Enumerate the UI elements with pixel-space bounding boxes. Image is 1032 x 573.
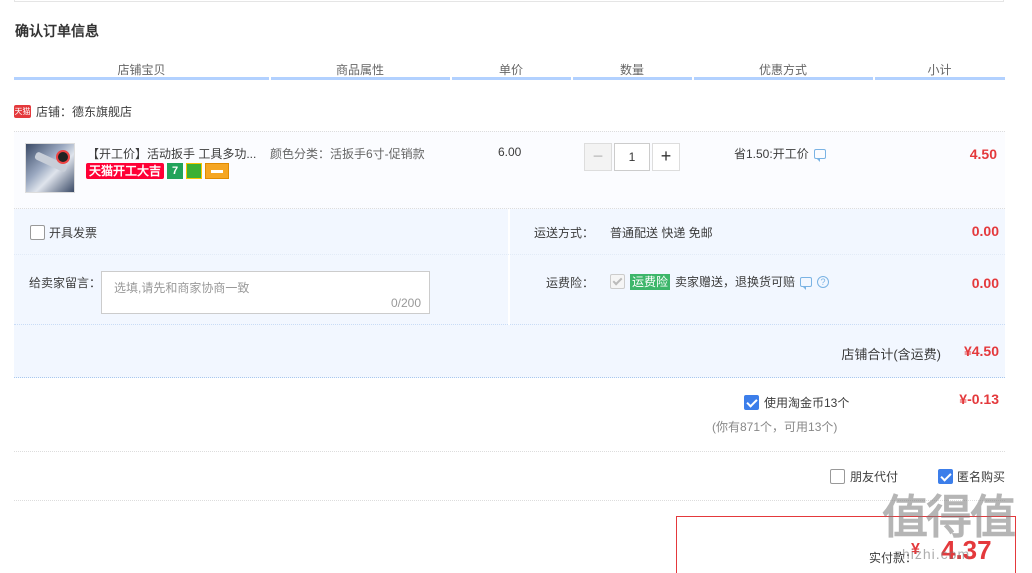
product-attribute: 颜色分类：活扳手6寸-促销款 [270, 147, 425, 161]
shop-total-value: ¥4.50 [963, 343, 999, 359]
message-placeholder: 选填,请先和商家协商一致 [114, 281, 250, 295]
invoice-label: 开具发票 [49, 226, 98, 240]
credit-card-icon [205, 163, 230, 179]
anonymous-buy-option[interactable]: 匿名购买 [938, 468, 1005, 485]
column-price: 单价 [498, 63, 523, 77]
chat-icon[interactable] [800, 276, 813, 290]
promo-tag: 天猫开工大吉 [86, 163, 165, 179]
order-item-row: 【开工价】活动扳手 工具多功... 天猫开工大吉 7 颜色分类：活扳手6寸-促销… [14, 131, 1005, 209]
quantity-input[interactable]: 1 [614, 143, 650, 171]
order-options: 开具发票 给卖家留言： 选填,请先和商家协商一致 0/200 运送方式： 普通配… [14, 209, 1005, 325]
shipping-method: 普通配送 快递 免邮 [610, 226, 713, 240]
watermark-url: zhizhi.com [894, 546, 971, 562]
insurance-price: 0.00 [971, 275, 999, 291]
shop-name-link[interactable]: 店铺：德东旗舰店 [36, 103, 132, 120]
divider [14, 451, 1005, 452]
promo-tags: 天猫开工大吉 7 [86, 163, 230, 179]
insurance-checkbox [610, 274, 625, 289]
column-quantity: 数量 [619, 63, 644, 77]
discount-info: 省1.50:开工价 [734, 145, 826, 162]
options-divider [14, 254, 1005, 255]
quantity-stepper: − 1 + [584, 143, 680, 171]
friend-pay-option[interactable]: 朋友代付 [830, 468, 898, 485]
insurance-row: 运费险 卖家赠送，退换货可赔 ? [610, 273, 830, 290]
insurance-text: 卖家赠送，退换货可赔 [675, 275, 796, 289]
product-image-detail [56, 150, 70, 164]
guarantee-icon [186, 163, 203, 179]
column-attribute: 商品属性 [335, 63, 384, 77]
tmall-icon: 天猫 [14, 105, 31, 118]
seven-day-return-icon: 7 [167, 163, 184, 179]
shop-total-label: 店铺合计(含运费) [841, 347, 941, 362]
insurance-badge: 运费险 [630, 273, 671, 290]
invoice-option[interactable]: 开具发票 [30, 224, 97, 241]
section-title: 确认订单信息 [15, 23, 99, 39]
unit-price: 6.00 [498, 145, 522, 159]
top-border [14, 0, 1004, 2]
item-subtotal: 4.50 [969, 146, 997, 162]
shop-row: 天猫 店铺：德东旗舰店 [14, 103, 132, 120]
anonymous-checkbox[interactable] [938, 469, 953, 484]
column-item: 店铺宝贝 [117, 63, 166, 77]
seller-message-input[interactable]: 选填,请先和商家协商一致 0/200 [101, 271, 430, 314]
message-char-count: 0/200 [390, 296, 421, 310]
product-thumbnail[interactable] [25, 143, 75, 193]
friend-pay-label: 朋友代付 [850, 470, 899, 484]
product-title-link[interactable]: 【开工价】活动扳手 工具多功... [87, 145, 256, 162]
anonymous-label: 匿名购买 [957, 470, 1006, 484]
options-left-panel: 开具发票 给卖家留言： 选填,请先和商家协商一致 0/200 [14, 209, 508, 325]
invoice-checkbox[interactable] [30, 225, 45, 240]
coins-available: (你有871个，可用13个) [712, 420, 838, 434]
divider [14, 500, 1005, 501]
shop-total-row: 店铺合计(含运费) ¥4.50 [14, 325, 1005, 378]
quantity-decrease-button[interactable]: − [584, 143, 612, 171]
friend-pay-checkbox[interactable] [830, 469, 845, 484]
insurance-label: 运费险： [546, 276, 595, 290]
column-subtotal: 小计 [927, 63, 952, 77]
discount-text: 省1.50:开工价 [734, 147, 809, 161]
message-label: 给卖家留言： [29, 276, 102, 290]
coins-checkbox[interactable] [744, 395, 759, 410]
column-header: 店铺宝贝 商品属性 单价 数量 优惠方式 小计 [14, 58, 1005, 80]
coins-discount-value: ¥-0.13 [959, 391, 999, 407]
column-discount: 优惠方式 [758, 63, 807, 77]
coins-label: 使用淘金币13个 [764, 396, 850, 410]
taobao-coins-option[interactable]: 使用淘金币13个 [744, 394, 849, 411]
quantity-increase-button[interactable]: + [652, 143, 680, 171]
shipping-label: 运送方式： [534, 226, 595, 240]
help-icon[interactable]: ? [817, 275, 830, 288]
options-right-panel: 运送方式： 普通配送 快递 免邮 0.00 运费险： 运费险 卖家赠送，退换货可… [510, 209, 1005, 325]
chat-icon[interactable] [813, 148, 826, 162]
shipping-price: 0.00 [971, 223, 999, 239]
